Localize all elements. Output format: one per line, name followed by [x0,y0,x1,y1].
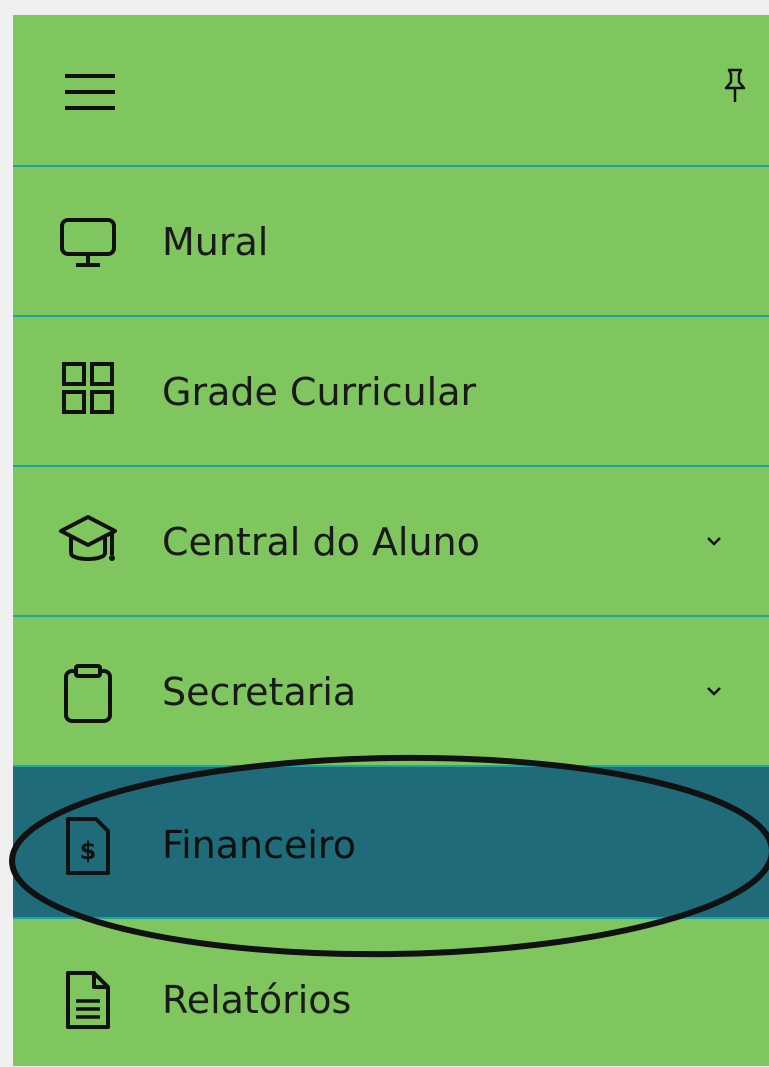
menu-item-secretaria[interactable]: Secretaria [13,617,769,765]
menu-item-label: Mural [162,220,269,264]
menu-item-label: Grade Curricular [162,370,477,414]
menu-item-financeiro[interactable]: $ Financeiro [13,767,769,917]
graduation-cap-icon [59,515,117,561]
menu-item-label: Financeiro [162,823,356,867]
menu-item-label: Relatórios [162,978,352,1022]
invoice-dollar-icon: $ [66,817,110,875]
chevron-down-icon[interactable] [703,680,725,702]
hamburger-menu-icon[interactable] [65,70,115,114]
menu-item-relatorios[interactable]: Relatórios [13,919,769,1067]
document-icon [66,971,110,1029]
menu-item-label: Secretaria [162,670,357,714]
grid-icon [62,362,114,414]
menu-item-central-do-aluno[interactable]: Central do Aluno [13,467,769,615]
monitor-icon [60,218,116,267]
sidebar-menu: Mural Grade Curricular Central do Aluno [13,15,769,1066]
clipboard-icon [64,664,112,723]
menu-item-label: Central do Aluno [162,520,480,564]
pin-icon[interactable] [723,68,747,104]
svg-text:$: $ [80,837,97,865]
menu-item-mural[interactable]: Mural [13,167,769,315]
chevron-down-icon[interactable] [703,530,725,552]
sidebar-header [13,15,769,165]
menu-item-grade-curricular[interactable]: Grade Curricular [13,317,769,465]
